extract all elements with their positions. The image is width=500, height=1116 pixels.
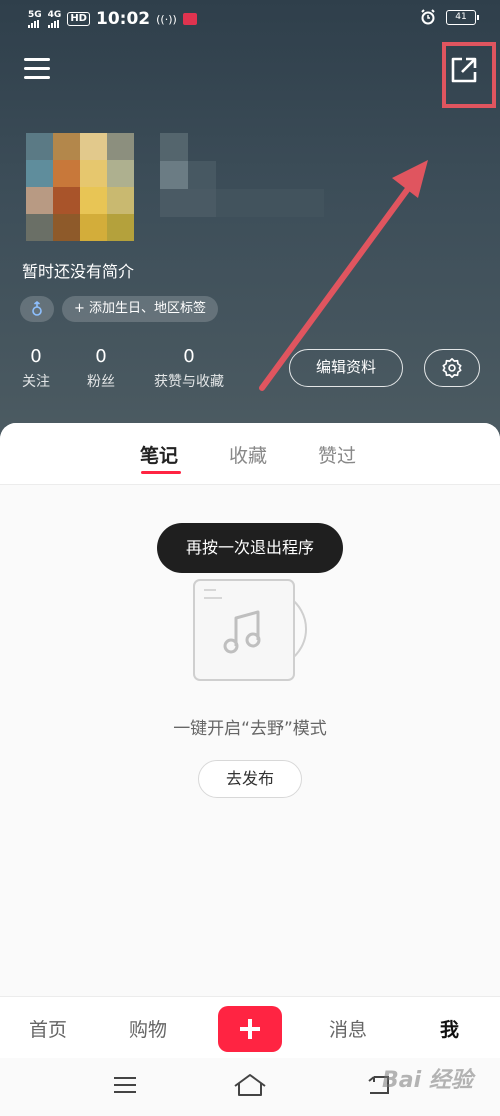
nav-messages[interactable]: 消息 xyxy=(329,1015,367,1042)
stat-value: 0 xyxy=(183,346,195,367)
toast-message: 再按一次退出程序 xyxy=(157,523,343,573)
nav-home[interactable]: 首页 xyxy=(29,1015,67,1042)
bio-text[interactable]: 暂时还没有简介 xyxy=(22,258,134,282)
avatar[interactable] xyxy=(26,133,134,241)
system-menu-icon[interactable] xyxy=(112,1074,138,1096)
profile-tabbar: 笔记 收藏 赞过 xyxy=(0,423,500,485)
empty-state-text: 一键开启“去野”模式 xyxy=(173,719,327,739)
gear-icon xyxy=(442,358,462,378)
settings-button[interactable] xyxy=(424,349,480,387)
stat-value: 0 xyxy=(30,346,42,367)
tab-notes[interactable]: 笔记 xyxy=(140,441,178,468)
annotation-highlight-box xyxy=(442,42,496,108)
create-post-button[interactable] xyxy=(218,1006,282,1052)
system-home-icon[interactable] xyxy=(232,1072,268,1098)
stat-label: 关注 xyxy=(22,374,50,390)
stat-following[interactable]: 0 关注 xyxy=(22,346,50,391)
stat-followers[interactable]: 0 粉丝 xyxy=(87,346,115,391)
profile-content: 笔记 收藏 赞过 xyxy=(0,423,500,996)
nav-shopping[interactable]: 购物 xyxy=(129,1015,167,1042)
tab-collections[interactable]: 收藏 xyxy=(229,441,267,468)
male-symbol-icon xyxy=(32,300,42,316)
nav-me[interactable]: 我 xyxy=(440,1015,459,1042)
stat-label: 获赞与收藏 xyxy=(154,374,224,390)
add-tags-button[interactable]: + 添加生日、地区标签 xyxy=(62,296,219,322)
stat-value: 0 xyxy=(95,346,107,367)
watermark-logo: Bai 经验 xyxy=(382,1068,473,1093)
gender-tag[interactable] xyxy=(20,296,54,322)
edit-profile-button[interactable]: 编辑资料 xyxy=(289,349,403,387)
tab-liked[interactable]: 赞过 xyxy=(318,441,356,468)
bottom-nav: 首页 购物 消息 我 xyxy=(0,996,500,1058)
stat-likes-collects[interactable]: 0 获赞与收藏 xyxy=(154,346,224,391)
profile-header: 5G 4G HD 10:02 ((·)) 41 暂时还没有简介 + 添加生日、地… xyxy=(0,0,500,440)
profile-tags: + 添加生日、地区标签 xyxy=(20,296,219,322)
music-note-record-icon xyxy=(193,579,307,681)
stat-label: 粉丝 xyxy=(87,374,115,390)
active-tab-indicator xyxy=(141,471,181,474)
publish-button[interactable]: 去发布 xyxy=(198,760,302,798)
